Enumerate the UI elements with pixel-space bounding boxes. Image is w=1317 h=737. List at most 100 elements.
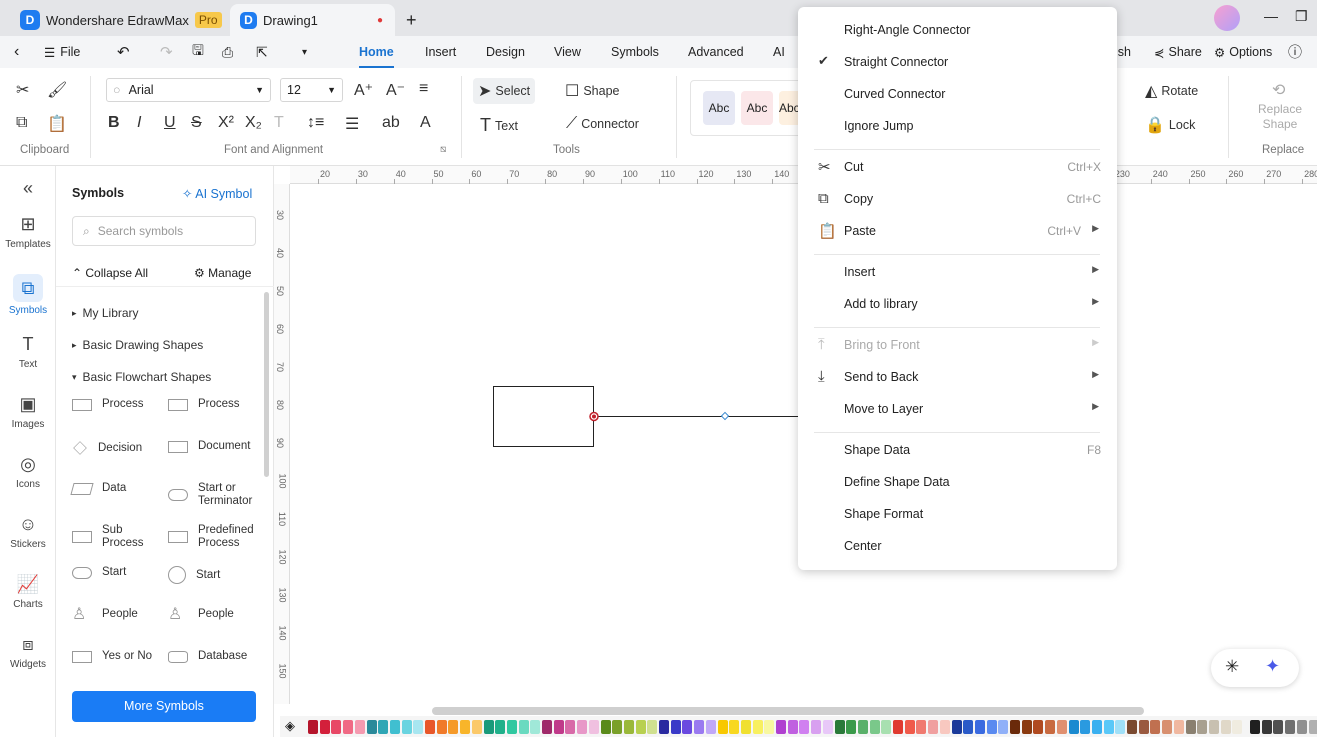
color-swatch[interactable] — [776, 720, 786, 734]
symbol-item[interactable]: Document — [168, 440, 260, 453]
sidebar-item-widgets[interactable]: ⧈ Widgets — [0, 634, 56, 670]
canvas[interactable] — [275, 166, 1317, 706]
color-swatch[interactable] — [553, 720, 564, 734]
increase-font-icon[interactable]: A⁺ — [354, 80, 373, 100]
symbol-item[interactable]: ♙ People — [72, 606, 164, 622]
color-swatch[interactable] — [506, 720, 517, 734]
symbol-item[interactable]: Data — [70, 482, 164, 495]
tab-ai[interactable]: AI — [773, 36, 785, 68]
color-swatch[interactable] — [483, 720, 494, 734]
collapse-all-button[interactable]: ⌃ Collapse All — [72, 266, 148, 280]
color-swatch[interactable] — [366, 720, 377, 734]
share-button[interactable]: ⋞ Share — [1154, 36, 1202, 68]
panel-scrollbar[interactable] — [264, 292, 269, 477]
options-button[interactable]: ⚙ Options — [1214, 36, 1272, 68]
tab-home[interactable]: Home — [359, 36, 394, 68]
color-swatch[interactable] — [974, 720, 985, 734]
color-swatch[interactable] — [1197, 720, 1208, 734]
color-swatch[interactable] — [413, 720, 424, 734]
color-swatch[interactable] — [682, 720, 693, 734]
symbol-item[interactable]: Sub Process — [72, 524, 164, 550]
library-item[interactable]: ▾ Basic Flowchart Shapes — [72, 370, 211, 384]
menu-item-bring-to-front[interactable]: ⤒ Bring to Front ▶ — [798, 331, 1117, 359]
back-icon[interactable]: ‹ — [14, 36, 19, 68]
horizontal-scrollbar[interactable] — [432, 707, 1144, 715]
sidebar-item-icons[interactable]: ◎ Icons — [0, 454, 56, 490]
color-swatch[interactable] — [1080, 720, 1091, 734]
color-swatch[interactable] — [869, 720, 880, 734]
sidebar-item-text[interactable]: T Text — [0, 334, 56, 370]
color-swatch[interactable] — [986, 720, 997, 734]
color-swatch[interactable] — [495, 720, 506, 734]
color-swatch[interactable] — [1308, 720, 1317, 734]
style-sample[interactable]: Abc — [741, 91, 773, 125]
copy-icon[interactable]: ⧉ — [16, 114, 27, 132]
tab-design[interactable]: Design — [486, 36, 525, 68]
color-swatch[interactable] — [1250, 720, 1260, 734]
color-swatch[interactable] — [425, 720, 435, 734]
color-swatch[interactable] — [904, 720, 915, 734]
symbol-item[interactable]: Database — [168, 650, 260, 663]
menu-item-insert[interactable]: Insert ▶ — [798, 258, 1117, 286]
symbol-item[interactable]: Yes or No — [72, 650, 164, 663]
italic-icon[interactable]: I — [137, 114, 141, 132]
color-swatch[interactable] — [623, 720, 634, 734]
color-swatch[interactable] — [460, 720, 471, 734]
color-swatch[interactable] — [1021, 720, 1032, 734]
color-swatch[interactable] — [729, 720, 740, 734]
symbol-item[interactable]: Predefined Process — [168, 524, 260, 550]
color-swatch[interactable] — [659, 720, 669, 734]
line-spacing-icon[interactable]: ↕≡ — [307, 114, 324, 132]
color-swatch[interactable] — [448, 720, 459, 734]
color-swatch[interactable] — [1091, 720, 1102, 734]
color-swatch[interactable] — [670, 720, 681, 734]
color-swatch[interactable] — [1150, 720, 1161, 734]
ai-symbol-button[interactable]: ✧ AI Symbol — [182, 186, 252, 201]
sidebar-item-images[interactable]: ▣ Images — [0, 394, 56, 430]
color-swatch[interactable] — [635, 720, 646, 734]
tab-insert[interactable]: Insert — [425, 36, 456, 68]
color-swatch[interactable] — [1010, 720, 1020, 734]
menu-item-center[interactable]: Center — [798, 532, 1117, 560]
superscript-icon[interactable]: X² — [218, 114, 234, 132]
color-swatch[interactable] — [893, 720, 903, 734]
color-swatch[interactable] — [1127, 720, 1137, 734]
file-menu[interactable]: ☰ File — [44, 36, 80, 68]
menu-item-right-angle-connector[interactable]: Right-Angle Connector — [798, 16, 1117, 44]
color-swatch[interactable] — [881, 720, 892, 734]
search-symbols-input[interactable]: ⌕ Search symbols — [72, 216, 256, 246]
menu-item-copy[interactable]: ⧉ Copy Ctrl+C — [798, 185, 1117, 213]
help-icon[interactable]: ⓘ — [1288, 36, 1302, 68]
color-swatch[interactable] — [799, 720, 810, 734]
format-painter-icon[interactable]: 🖌 — [47, 80, 67, 100]
color-swatch[interactable] — [1068, 720, 1079, 734]
color-swatch[interactable] — [740, 720, 751, 734]
color-swatch[interactable] — [705, 720, 716, 734]
library-item[interactable]: ▸ Basic Drawing Shapes — [72, 338, 203, 352]
document-tab[interactable]: D Drawing1 ● — [230, 4, 395, 36]
color-swatch[interactable] — [1220, 720, 1231, 734]
symbol-item[interactable]: Decision — [72, 440, 160, 456]
menu-item-cut[interactable]: ✂ Cut Ctrl+X — [798, 153, 1117, 181]
color-swatch[interactable] — [401, 720, 412, 734]
color-swatch[interactable] — [916, 720, 927, 734]
bullet-list-icon[interactable]: ☰ — [345, 114, 359, 134]
redo-icon[interactable]: ↷ — [160, 36, 173, 68]
paste-icon[interactable]: 📋 — [47, 114, 67, 134]
color-swatch[interactable] — [694, 720, 705, 734]
color-swatch[interactable] — [565, 720, 576, 734]
color-swatch[interactable] — [834, 720, 845, 734]
color-swatch[interactable] — [319, 720, 330, 734]
sidebar-item-stickers[interactable]: ☺ Stickers — [0, 514, 56, 550]
color-swatch[interactable] — [1208, 720, 1219, 734]
restore-button[interactable]: ❐ — [1295, 8, 1308, 25]
color-swatch[interactable] — [471, 720, 482, 734]
menu-item-add-to-library[interactable]: Add to library ▶ — [798, 290, 1117, 318]
text-button[interactable]: T Text — [480, 115, 518, 136]
strikethrough-icon[interactable]: S — [191, 114, 202, 132]
menu-item-shape-data[interactable]: Shape Data F8 — [798, 436, 1117, 464]
color-swatch[interactable] — [939, 720, 950, 734]
color-swatch[interactable] — [389, 720, 400, 734]
connector-button[interactable]: ⟋ Connector — [566, 115, 639, 133]
loading-icon[interactable]: ✳ — [1225, 657, 1239, 677]
